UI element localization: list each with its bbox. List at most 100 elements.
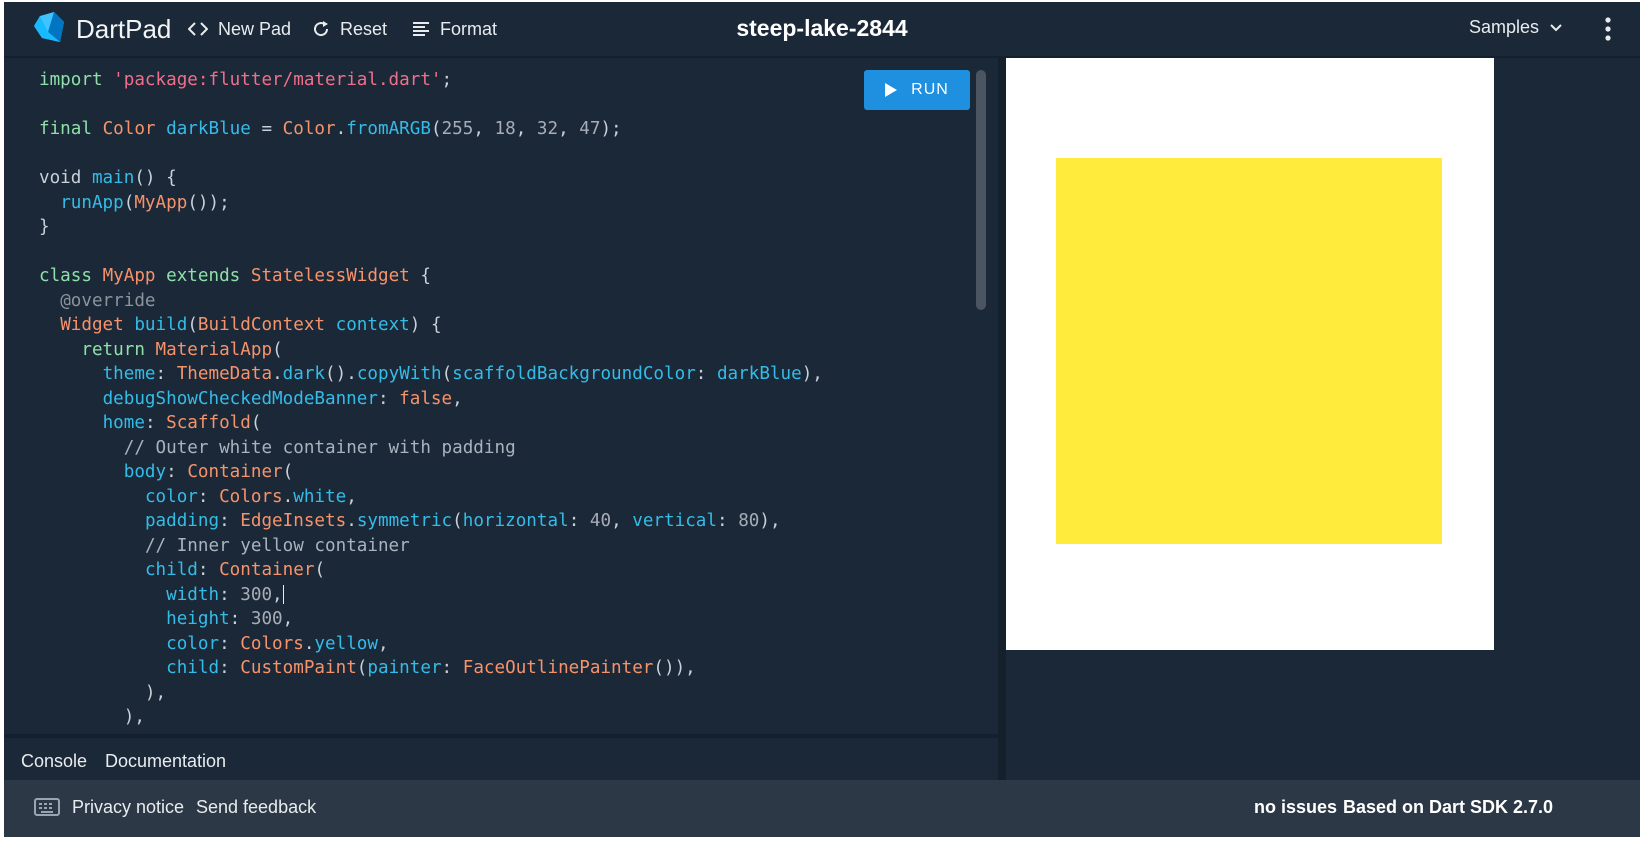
code-token: = [250, 119, 283, 139]
code-token: () { [134, 168, 177, 188]
output-panel [1006, 58, 1640, 782]
code-token: : [695, 364, 717, 384]
format-button[interactable]: Format [412, 17, 497, 41]
run-button[interactable]: RUN [864, 70, 970, 110]
code-line[interactable]: body: Container( [39, 460, 823, 485]
code-line[interactable] [39, 142, 823, 167]
code-line[interactable]: return MaterialApp( [39, 338, 823, 363]
code-line[interactable]: height: 300, [39, 607, 823, 632]
code-line[interactable]: child: CustomPaint(painter: FaceOutlineP… [39, 656, 823, 681]
code-line[interactable]: @override [39, 289, 823, 314]
code-token: , [282, 609, 294, 629]
code-token: StatelessWidget [250, 266, 410, 286]
code-token: MyApp [134, 192, 188, 213]
dartpad-window: DartPad New Pad Reset Format steep-lake-… [4, 2, 1640, 837]
output-white-container [1006, 58, 1494, 650]
code-line[interactable]: class MyApp extends StatelessWidget { [39, 264, 823, 289]
code-token: , [452, 388, 463, 409]
code-token: ThemeData [176, 364, 273, 384]
code-line[interactable]: debugShowCheckedModeBanner: false, [39, 387, 823, 412]
code-editor[interactable]: import 'package:flutter/material.dart'; f… [4, 58, 998, 726]
format-label: Format [440, 18, 498, 39]
code-token: : [166, 462, 188, 482]
keyboard-icon[interactable] [34, 798, 60, 816]
code-token: : [197, 560, 220, 580]
new-pad-button[interactable]: New Pad [188, 17, 291, 41]
code-token: build [134, 315, 188, 335]
code-token: Colors [240, 633, 304, 654]
more-vertical-icon[interactable] [1602, 16, 1614, 42]
code-line[interactable]: } [39, 215, 823, 240]
code-token: runApp [60, 192, 124, 213]
code-line[interactable]: // Inner yellow container [39, 534, 823, 559]
code-content[interactable]: import 'package:flutter/material.dart'; f… [39, 68, 823, 726]
code-token: Container [187, 462, 283, 482]
code-token: vertical [632, 511, 717, 531]
code-line[interactable] [39, 93, 823, 118]
privacy-notice-link[interactable]: Privacy notice [72, 797, 184, 818]
tab-console[interactable]: Console [21, 751, 87, 772]
code-line[interactable]: theme: ThemeData.dark().copyWith(scaffol… [39, 362, 823, 387]
code-token: , [611, 511, 633, 531]
code-token: child [166, 658, 220, 678]
code-line[interactable]: import 'package:flutter/material.dart'; [39, 68, 823, 93]
code-token: ), [39, 682, 167, 703]
samples-label: Samples [1469, 17, 1540, 37]
code-token: class [39, 266, 103, 286]
reset-button[interactable]: Reset [312, 17, 387, 41]
code-token: ( [123, 192, 135, 213]
code-token: . [346, 511, 357, 531]
code-token: darkBlue [716, 364, 802, 384]
code-token: : [144, 413, 167, 433]
code-token: main [91, 168, 135, 188]
pad-title[interactable]: steep-lake-2844 [736, 15, 907, 41]
code-line[interactable]: // Outer white container with padding [39, 436, 823, 461]
code-line[interactable]: runApp(MyApp()); [39, 191, 823, 216]
code-line[interactable]: home: Scaffold( [39, 411, 823, 436]
tab-documentation[interactable]: Documentation [105, 751, 226, 772]
code-token: ), [39, 707, 145, 726]
code-line[interactable]: child: Container( [39, 558, 823, 583]
code-token: symmetric [356, 511, 453, 531]
code-token: ()); [187, 192, 230, 213]
code-token: padding [144, 511, 220, 531]
chevron-down-icon [1550, 23, 1562, 31]
code-line[interactable]: final Color darkBlue = Color.fromARGB(25… [39, 117, 823, 142]
code-token: , [473, 119, 495, 139]
code-token: . [282, 486, 294, 507]
code-token: extends [166, 266, 251, 286]
code-token: @override [60, 290, 156, 311]
samples-dropdown[interactable]: Samples [1469, 17, 1563, 38]
format-lines-icon [413, 22, 429, 36]
code-line[interactable]: void main() { [39, 166, 823, 191]
send-feedback-link[interactable]: Send feedback [196, 797, 316, 818]
code-token: void [39, 168, 92, 188]
code-token: . [303, 633, 315, 654]
editor-scrollbar-thumb[interactable] [976, 70, 986, 310]
code-line[interactable]: color: Colors.yellow, [39, 632, 823, 657]
code-token: fromARGB [346, 119, 431, 139]
code-line[interactable]: ), [39, 705, 823, 726]
issues-status[interactable]: no issues [1254, 797, 1337, 818]
dart-logo-icon [34, 12, 64, 42]
code-token: ), [801, 364, 823, 384]
code-line[interactable]: color: Colors.white, [39, 485, 823, 510]
code-token: ( [250, 413, 262, 433]
code-line[interactable] [39, 240, 823, 265]
code-token: color [166, 633, 220, 654]
code-line[interactable]: padding: EdgeInsets.symmetric(horizontal… [39, 509, 823, 534]
code-line[interactable]: Widget build(BuildContext context) { [39, 313, 823, 338]
code-token: ) { [409, 315, 442, 335]
code-token: Color [102, 119, 167, 139]
code-token: ( [314, 560, 326, 580]
code-token: child [144, 560, 198, 580]
panel-splitter[interactable] [998, 58, 1006, 782]
code-line[interactable]: width: 300, [39, 583, 823, 608]
code-line[interactable]: ), [39, 681, 823, 706]
